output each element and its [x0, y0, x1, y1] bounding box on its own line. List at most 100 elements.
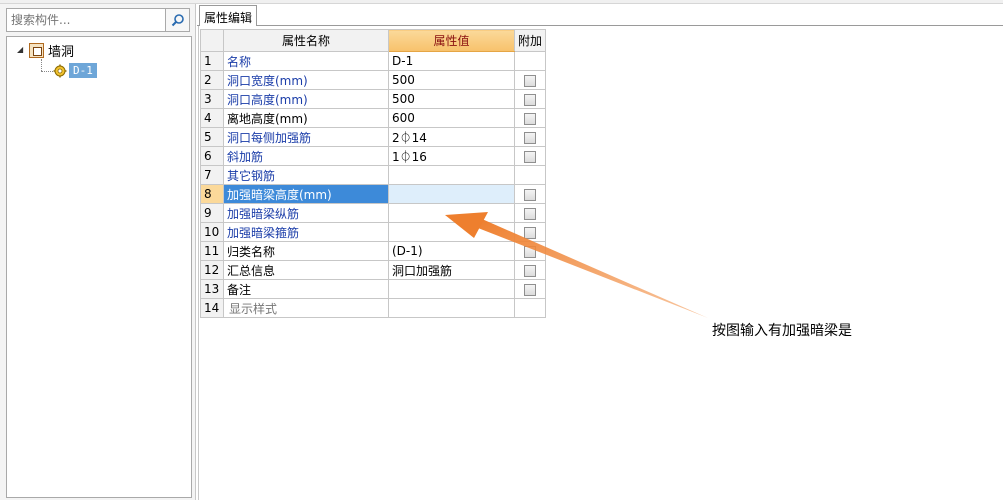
- table-row[interactable]: 7 其它钢筋: [200, 165, 547, 185]
- gear-icon: [53, 64, 67, 77]
- table-row[interactable]: 9 加强暗梁纵筋: [200, 203, 547, 223]
- property-value-cell[interactable]: 洞口加强筋: [388, 260, 515, 280]
- property-value-cell[interactable]: 2⏀14: [388, 127, 515, 147]
- row-number: 8: [200, 184, 224, 204]
- extra-checkbox[interactable]: [524, 226, 536, 239]
- row-number: 14: [200, 298, 224, 318]
- extra-checkbox[interactable]: [524, 283, 536, 296]
- property-value-cell[interactable]: 600: [388, 108, 515, 128]
- property-name-cell: 名称: [223, 51, 389, 71]
- tree-connector: [41, 71, 53, 72]
- table-row[interactable]: 8 加强暗梁高度(mm): [200, 184, 547, 204]
- property-value-cell[interactable]: D-1: [388, 51, 515, 71]
- table-row[interactable]: 11 归类名称 (D-1): [200, 241, 547, 261]
- property-name: 备注: [227, 282, 252, 297]
- tree-node-d1[interactable]: D-1: [53, 62, 97, 79]
- extra-checkbox[interactable]: [524, 188, 536, 201]
- extra-cell: [513, 165, 547, 185]
- property-value-cell[interactable]: 500: [388, 70, 515, 90]
- column-header-name[interactable]: 属性名称: [223, 29, 389, 52]
- row-number: 6: [200, 146, 224, 166]
- component-panel: ◢ 墙洞 D-1: [0, 4, 196, 500]
- search-button[interactable]: [166, 8, 190, 32]
- row-number: 4: [200, 108, 224, 128]
- property-name: 归类名称: [227, 244, 276, 259]
- property-name: 加强暗梁纵筋: [227, 206, 300, 221]
- table-row[interactable]: 6 斜加筋 1⏀16: [200, 146, 547, 166]
- table-row[interactable]: 12 汇总信息 洞口加强筋: [200, 260, 547, 280]
- property-name: 汇总信息: [227, 263, 276, 278]
- row-number: 5: [200, 127, 224, 147]
- extra-cell: [513, 108, 547, 128]
- property-name-cell: 加强暗梁箍筋: [223, 222, 389, 242]
- property-name: 名称: [227, 54, 252, 69]
- extra-checkbox[interactable]: [524, 207, 536, 220]
- tab-property-editor[interactable]: 属性编辑: [199, 5, 257, 27]
- extra-cell: [513, 70, 547, 90]
- extra-cell: [513, 279, 547, 299]
- extra-cell: [513, 222, 547, 242]
- wall-opening-icon: [29, 42, 44, 58]
- tree-node-label: 墙洞: [48, 44, 75, 60]
- extra-checkbox[interactable]: [524, 264, 536, 277]
- row-number: 2: [200, 70, 224, 90]
- property-value-cell[interactable]: [388, 165, 515, 185]
- property-value-cell[interactable]: 1⏀16: [388, 146, 515, 166]
- row-number: 12: [200, 260, 224, 280]
- property-name-cell: 备注: [223, 279, 389, 299]
- collapse-icon[interactable]: ◢: [17, 46, 25, 54]
- property-value-cell[interactable]: (D-1): [388, 241, 515, 261]
- tree-node-label: D-1: [69, 63, 97, 78]
- row-number: 10: [200, 222, 224, 242]
- component-tree: ◢ 墙洞 D-1: [6, 36, 192, 498]
- property-name: 洞口宽度(mm): [227, 73, 308, 88]
- app-window: ◢ 墙洞 D-1 属性编辑: [0, 0, 1003, 500]
- row-number: 3: [200, 89, 224, 109]
- extra-cell: [513, 184, 547, 204]
- property-name: 离地高度(mm): [227, 111, 308, 126]
- extra-checkbox[interactable]: [524, 112, 536, 125]
- search-input[interactable]: [6, 8, 166, 32]
- extra-checkbox[interactable]: [524, 150, 536, 163]
- property-name-cell: 离地高度(mm): [223, 108, 389, 128]
- table-row[interactable]: 4 离地高度(mm) 600: [200, 108, 547, 128]
- column-header-value[interactable]: 属性值: [388, 29, 515, 52]
- table-row[interactable]: 5 洞口每侧加强筋 2⏀14: [200, 127, 547, 147]
- column-header-extra[interactable]: 附加: [513, 29, 547, 52]
- property-value-cell[interactable]: [388, 279, 515, 299]
- row-number: 11: [200, 241, 224, 261]
- property-name-cell: 斜加筋: [223, 146, 389, 166]
- property-editor: 属性名称 属性值 附加 1 名称 D-1 2 洞口宽度(mm) 500 3 洞口高度(mm) 5…: [198, 26, 1003, 500]
- property-value-cell[interactable]: [388, 203, 515, 223]
- property-value-cell[interactable]: [388, 222, 515, 242]
- extra-cell: [513, 203, 547, 223]
- column-header-index: [200, 29, 224, 52]
- property-name-cell: 其它钢筋: [223, 165, 389, 185]
- tree-node-wall-opening[interactable]: ◢ 墙洞: [17, 42, 75, 60]
- property-name: 显示样式: [229, 301, 278, 316]
- property-name: 加强暗梁箍筋: [227, 225, 300, 240]
- property-name: 洞口高度(mm): [227, 92, 308, 107]
- table-row[interactable]: 14+显示样式: [200, 298, 547, 318]
- table-row[interactable]: 2 洞口宽度(mm) 500: [200, 70, 547, 90]
- property-name-cell: 洞口每侧加强筋: [223, 127, 389, 147]
- property-name-cell: +显示样式: [223, 298, 389, 318]
- table-row[interactable]: 13 备注: [200, 279, 547, 299]
- extra-cell: [513, 51, 547, 71]
- table-body: 1 名称 D-1 2 洞口宽度(mm) 500 3 洞口高度(mm) 500 4 离地高度(mm) 6…: [200, 51, 547, 318]
- extra-checkbox[interactable]: [524, 93, 536, 106]
- property-value-cell[interactable]: 500: [388, 89, 515, 109]
- table-header: 属性名称 属性值 附加: [200, 29, 547, 52]
- tab-bar: 属性编辑: [197, 4, 1003, 27]
- property-value-cell[interactable]: [388, 298, 515, 318]
- extra-cell: [513, 89, 547, 109]
- extra-checkbox[interactable]: [524, 74, 536, 87]
- property-name-cell: 洞口宽度(mm): [223, 70, 389, 90]
- table-row[interactable]: 10 加强暗梁箍筋: [200, 222, 547, 242]
- extra-checkbox[interactable]: [524, 131, 536, 144]
- table-row[interactable]: 3 洞口高度(mm) 500: [200, 89, 547, 109]
- property-value-cell[interactable]: [388, 184, 515, 204]
- extra-checkbox[interactable]: [524, 245, 536, 258]
- table-row[interactable]: 1 名称 D-1: [200, 51, 547, 71]
- search-icon: [171, 14, 184, 27]
